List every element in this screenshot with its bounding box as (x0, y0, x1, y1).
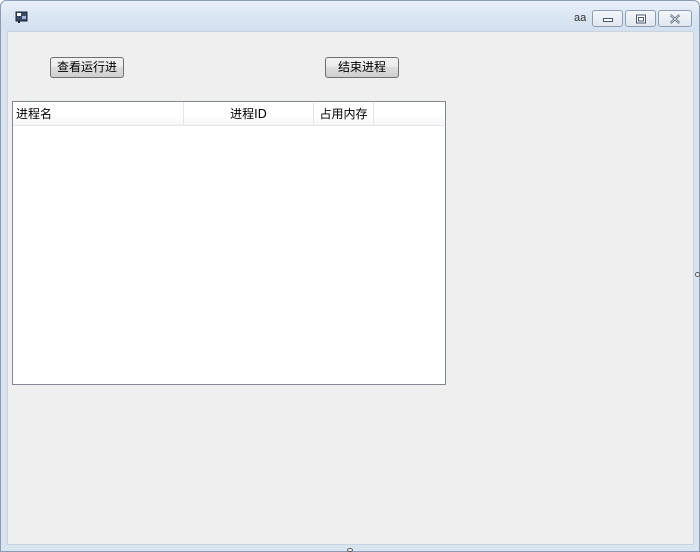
column-header-memory[interactable]: 占用内存 (314, 102, 374, 125)
main-window: aa 查看运行进 结束进程 进程名 进程ID 占用内存 (0, 0, 700, 552)
minimize-icon (602, 17, 613, 22)
column-header-process-name[interactable]: 进程名 (13, 102, 184, 125)
minimize-button[interactable] (592, 10, 623, 27)
resize-handle-right[interactable] (695, 272, 700, 277)
process-list[interactable]: 进程名 进程ID 占用内存 (12, 101, 446, 385)
client-area: 查看运行进 结束进程 进程名 进程ID 占用内存 (7, 31, 694, 545)
resize-handle-bottom[interactable] (347, 548, 353, 552)
maximize-icon (635, 14, 646, 23)
maximize-button[interactable] (625, 10, 656, 27)
app-window-icon (15, 11, 28, 23)
window-title: aa (574, 12, 587, 24)
list-header: 进程名 进程ID 占用内存 (13, 102, 445, 126)
title-bar[interactable]: aa (1, 1, 699, 31)
column-header-process-id[interactable]: 进程ID (184, 102, 314, 125)
kill-process-button[interactable]: 结束进程 (325, 57, 399, 78)
list-body[interactable] (13, 126, 445, 384)
view-processes-button[interactable]: 查看运行进 (50, 57, 124, 78)
close-icon (669, 13, 681, 24)
close-button[interactable] (658, 10, 692, 27)
